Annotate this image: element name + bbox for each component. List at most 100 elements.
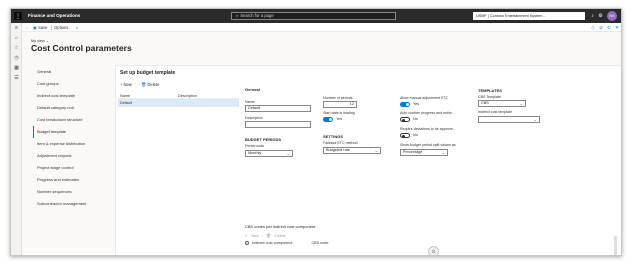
search-icon: ⌕	[236, 13, 239, 18]
star-icon[interactable]: ☆	[13, 45, 20, 52]
company-picker[interactable]: USMF | Contoso Entertainment System...	[473, 12, 585, 20]
allow-manual-etc-toggle-label: Yes	[413, 102, 420, 106]
save-icon: ▣	[33, 25, 37, 30]
budget-periods-heading: BUDGET PERIODS	[245, 137, 282, 142]
nav-item-subcontractor-management[interactable]: Subcontractor management	[33, 198, 117, 210]
nav-item-default-category-unit[interactable]: Default category unit	[33, 102, 117, 114]
cbs-new-label: New	[251, 234, 259, 238]
allow-manual-etc-label: Allow manual adjustment ETC	[400, 96, 449, 100]
start-date-toggle-label: Yes	[336, 117, 343, 121]
new-button[interactable]: +New	[120, 82, 136, 87]
nav-item-project-stage-control[interactable]: Project stage control	[33, 162, 117, 174]
nav-item-number-sequences[interactable]: Number sequences	[33, 186, 117, 198]
require-deviations-label: Require deviations to be approve...	[400, 127, 456, 131]
period-code-select[interactable]: Monthly ⌄	[245, 150, 293, 157]
row-name: Default	[120, 101, 133, 105]
cbs-delete-label: Delete	[274, 234, 286, 238]
budget-template-panel: Set up budget template +New 🗑Delete Name…	[115, 65, 621, 255]
trash-icon: 🗑	[141, 82, 147, 87]
trash-icon: 🗑	[265, 234, 271, 238]
new-label: New	[123, 82, 132, 87]
settings-heading: SETTINGS	[323, 134, 344, 139]
home-icon[interactable]: ⌂	[13, 35, 20, 42]
auto-confirm-toggle-label: No	[413, 117, 418, 121]
indirect-cost-template-select[interactable]: ⌄	[478, 116, 540, 123]
toggle-knob	[406, 103, 409, 106]
nav-item-progress-and-estimates[interactable]: Progress and estimates	[33, 174, 117, 186]
search-action-button[interactable]: ⌕	[76, 24, 79, 31]
chevron-down-icon: ⌄	[441, 150, 445, 155]
search-placeholder: Search for a page	[240, 13, 274, 18]
back-button[interactable]: ←	[25, 24, 30, 31]
delete-button[interactable]: 🗑Delete	[141, 82, 163, 87]
nav-item-item-expense-distribution[interactable]: Item & expense distribution	[33, 138, 117, 150]
section-title: Set up budget template	[120, 70, 176, 76]
clock-icon[interactable]: ◷	[13, 55, 20, 62]
bell-icon[interactable]: ♪	[589, 12, 596, 20]
nav-item-general[interactable]: General	[33, 66, 117, 78]
plus-icon: +	[245, 234, 248, 238]
chevron-down-icon: ⌄	[519, 101, 523, 106]
gear-icon[interactable]: ⚙	[597, 12, 604, 20]
delete-label: Delete	[147, 82, 160, 87]
show-split-label: Show budget period split values as	[400, 143, 456, 147]
auto-confirm-toggle[interactable]	[400, 117, 410, 122]
attach-icon[interactable]: ⊘	[598, 24, 604, 31]
start-date-toggle[interactable]	[323, 117, 333, 122]
page-title: Cost Control parameters	[31, 43, 132, 53]
diamond-icon[interactable]: ◇	[590, 24, 596, 31]
action-pane: ← ▣Save Options ⌕ ◇ ⊘ ↻ ✕	[22, 23, 621, 32]
chevron-down-icon: ⌄	[374, 148, 378, 153]
search-icon: ⌕	[76, 25, 79, 30]
cbs-codes-toolbar: + New 🗑 Delete	[245, 233, 292, 238]
search-input[interactable]: ⌕ Search for a page	[231, 12, 396, 20]
parameters-nav: General Cost groups Indirect cost templa…	[33, 66, 117, 210]
scrollbar[interactable]	[614, 236, 617, 255]
toggle-knob	[401, 134, 405, 138]
etc-method-value: Budgeted rate	[326, 148, 350, 152]
templates-heading: TEMPLATES	[478, 88, 502, 93]
table-row[interactable]: Default	[118, 99, 239, 107]
avatar[interactable]: NS	[607, 11, 617, 21]
grid-toolbar: +New 🗑Delete	[120, 82, 167, 88]
cbs-new-button[interactable]: + New	[245, 234, 262, 238]
nav-item-indirect-cost-template[interactable]: Indirect cost template	[33, 90, 117, 102]
number-of-periods-field[interactable]: 12	[323, 101, 357, 108]
name-field[interactable]: Default	[245, 105, 311, 112]
show-split-value: Percentage	[403, 150, 423, 154]
start-date-label: Start date is leading	[323, 111, 355, 115]
modules-icon[interactable]: ☰	[13, 75, 20, 82]
column-header-indirect-cost-component[interactable]: Indirect cost component	[252, 241, 292, 245]
description-field[interactable]	[245, 121, 311, 128]
general-heading: General	[245, 87, 260, 92]
save-button[interactable]: ▣Save	[33, 24, 48, 31]
period-code-label: Period code	[245, 144, 265, 148]
cbs-delete-button[interactable]: 🗑 Delete	[266, 234, 289, 238]
app-launcher-icon[interactable]: ⋮	[14, 12, 22, 20]
nav-item-adjustment-request[interactable]: Adjustment request	[33, 150, 117, 162]
app-window: ⋮ Finance and Operations ⌕ Search for a p…	[10, 8, 622, 256]
back-arrow-icon: ←	[25, 25, 30, 30]
number-of-periods-label: Number of periods	[323, 96, 353, 100]
close-icon[interactable]: ✕	[614, 24, 620, 31]
nav-item-cost-breakdown-structure[interactable]: Cost breakdown structure	[33, 114, 117, 126]
nav-item-budget-template[interactable]: Budget template	[33, 126, 117, 138]
refresh-icon[interactable]: ↻	[606, 24, 612, 31]
period-code-value: Monthly	[248, 151, 262, 155]
require-deviations-toggle[interactable]	[400, 133, 410, 138]
workspace-icon[interactable]: ▦	[13, 65, 20, 72]
etc-method-select[interactable]: Budgeted rate ⌄	[323, 147, 381, 154]
app-title: Finance and Operations	[28, 13, 81, 18]
top-navigation-bar: ⋮ Finance and Operations ⌕ Search for a p…	[11, 9, 621, 23]
chevron-down-icon: ⌄	[533, 117, 537, 122]
navigation-rail: ≡ ⌂ ☆ ◷ ▦ ☰	[11, 23, 22, 255]
column-header-cbs-code[interactable]: CBS code	[311, 241, 328, 245]
hamburger-icon[interactable]: ≡	[13, 25, 20, 32]
options-button[interactable]: Options	[54, 24, 68, 31]
cbs-template-select[interactable]: CBS ⌄	[478, 100, 526, 107]
allow-manual-etc-toggle[interactable]	[400, 102, 410, 107]
nav-item-cost-groups[interactable]: Cost groups	[33, 78, 117, 90]
select-all-radio[interactable]	[245, 241, 249, 245]
show-split-select[interactable]: Percentage ⌄	[400, 149, 448, 156]
cbs-template-value: CBS	[481, 101, 489, 105]
